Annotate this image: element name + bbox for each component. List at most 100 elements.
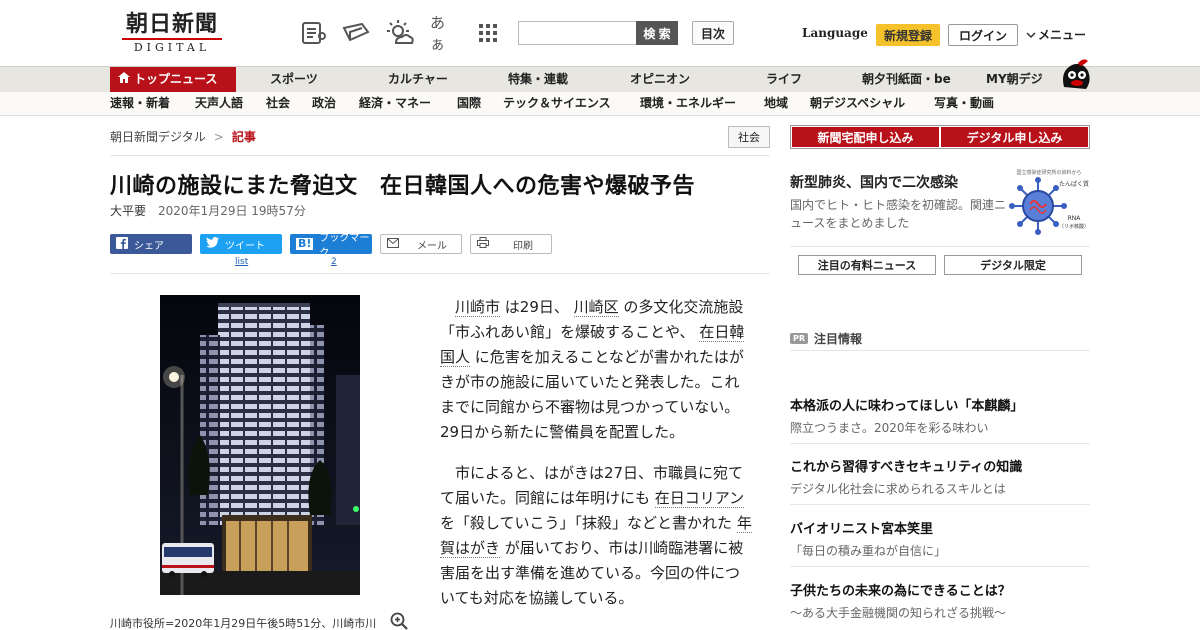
feature-image-label: （リボ核酸） xyxy=(1059,223,1089,230)
pr-heading-label: 注目情報 xyxy=(814,332,863,346)
primary-nav: トップニュース スポーツ カルチャー 特集・連載 オピニオン ライフ 朝夕刊紙面… xyxy=(0,66,1200,92)
publish-date: 2020年1月29日 19時57分 xyxy=(158,204,306,218)
pr-item-subtitle: 際立つうまさ。2020年を彩る味わい xyxy=(790,421,989,435)
nav-item-paper[interactable]: 朝夕刊紙面・be xyxy=(862,67,951,92)
print-label: 印刷 xyxy=(513,240,533,252)
pr-badge: PR xyxy=(790,333,809,344)
pr-item[interactable]: バイオリニスト宮本笑里 「毎日の積み重ねが自信に」 xyxy=(790,518,1090,559)
pr-item[interactable]: 子供たちの未来の為にできることは？ ～ある大手金融機関の知られざる挑戦～ xyxy=(790,580,1090,621)
category-badge[interactable]: 社会 xyxy=(728,126,770,148)
virus-illustration[interactable]: 国立感染症研究所の資料から たんぱく質 RNA （リボ核酸） xyxy=(1008,168,1090,236)
hatena-bookmark-button[interactable]: B! ブックマーク xyxy=(290,233,372,259)
nav-item-label: トップニュース xyxy=(134,72,218,86)
twitter-share-count[interactable]: list xyxy=(235,257,248,267)
nav2-item[interactable]: 環境・エネルギー xyxy=(640,92,736,115)
divider xyxy=(110,273,770,274)
subscribe-paper-button[interactable]: 新聞宅配申し込み xyxy=(792,127,939,147)
nav-item-my-asadigi[interactable]: MY朝デジ xyxy=(986,67,1043,92)
nav2-item[interactable]: 国際 xyxy=(457,92,481,115)
paragraph-text: に危害を加えることなどが書かれたはがきが市の施設に届いていたと発表した。これまで… xyxy=(440,348,744,441)
nav-item-top-news[interactable]: トップニュース xyxy=(110,67,236,92)
nav2-item[interactable]: 写真・動画 xyxy=(934,92,994,115)
nav-item-opinion[interactable]: オピニオン xyxy=(630,67,690,92)
pr-item-subtitle: デジタル化社会に求められるスキルとは xyxy=(790,482,1006,496)
mail-share-button[interactable]: メール xyxy=(380,234,462,254)
article-body: 川崎市 は29日、 川崎区 の多文化交流施設「市ふれあい館」を爆破することや、 … xyxy=(440,295,752,627)
shirt-icon[interactable] xyxy=(342,19,370,47)
nav-item-features[interactable]: 特集・連載 xyxy=(508,67,568,92)
pr-item[interactable]: 本格派の人に味わってほしい「本麒麟」 際立つうまさ。2020年を彩る味わい xyxy=(790,395,1090,436)
byline: 大平要 2020年1月29日 19時57分 xyxy=(110,202,306,219)
font-size-icon[interactable]: あぁ xyxy=(430,14,458,53)
hatena-bookmark-count[interactable]: 2 xyxy=(331,257,337,267)
weather-icon[interactable] xyxy=(386,19,414,47)
index-button[interactable]: 目次 xyxy=(692,21,734,45)
search-button[interactable]: 検 索 xyxy=(636,21,678,45)
pr-item-title: これから習得すべきセキュリティの知識 xyxy=(790,460,1023,475)
hatena-bookmark-label: ブックマーク xyxy=(319,233,370,259)
pr-item-title: バイオリニスト宮本笑里 xyxy=(790,522,934,537)
nav2-item[interactable]: テック＆サイエンス xyxy=(503,92,611,115)
paragraph-text: を「殺していこう」「抹殺」などと書かれた xyxy=(440,514,737,532)
article-headline: 川崎の施設にまた脅迫文 在日韓国人への危害や爆破予告 xyxy=(110,174,696,199)
article-paragraph: 川崎市 は29日、 川崎区 の多文化交流施設「市ふれあい館」を爆破することや、 … xyxy=(440,295,752,445)
nav-item-sports[interactable]: スポーツ xyxy=(270,67,318,92)
print-button[interactable]: 印刷 xyxy=(470,234,552,254)
pr-item-title: 本格派の人に味わってほしい「本麒麟」 xyxy=(790,399,1024,414)
feature-image-source: 国立感染症研究所の資料から xyxy=(1016,169,1081,176)
nav2-item[interactable]: 経済・マネー xyxy=(359,92,431,115)
logo-main-text: 朝日新聞 xyxy=(125,11,218,37)
divider xyxy=(110,155,770,156)
feature-text[interactable]: 国内でヒト・ヒト感染を初確認。関連ニュースをまとめました xyxy=(790,196,1010,232)
facebook-share-button[interactable]: シェア xyxy=(110,234,192,254)
author-name[interactable]: 大平要 xyxy=(110,202,146,219)
keyword-link[interactable]: 川崎市 xyxy=(455,298,501,317)
site-logo[interactable]: 朝日新聞 DIGITAL xyxy=(112,12,232,56)
nav2-item[interactable]: 政治 xyxy=(312,92,336,115)
photo-caption: 川崎市役所=2020年1月29日午後5時51分、川崎市川 xyxy=(110,617,377,630)
paragraph-text: は29日、 xyxy=(500,298,574,316)
pr-item[interactable]: これから習得すべきセキュリティの知識 デジタル化社会に求められるスキルとは xyxy=(790,456,1090,497)
twitter-share-button[interactable]: ツイート xyxy=(200,234,282,254)
subscribe-digital-button[interactable]: デジタル申し込み xyxy=(941,127,1088,147)
printer-icon xyxy=(477,237,489,251)
zoom-icon[interactable] xyxy=(390,612,408,630)
article-paragraph: 市によると、はがきは27日、市職員に宛てて届いた。同館には年明けにも 在日コリア… xyxy=(440,461,752,611)
mascot-icon[interactable] xyxy=(1058,57,1092,91)
menu-button[interactable]: メニュー xyxy=(1026,26,1086,43)
language-link[interactable]: Language xyxy=(802,26,868,40)
nav2-item[interactable]: 社会 xyxy=(266,92,290,115)
nav-item-life[interactable]: ライフ xyxy=(766,67,802,92)
feature-image-label: RNA xyxy=(1068,215,1082,222)
subscribe-buttons: 新聞宅配申し込み デジタル申し込み xyxy=(790,125,1090,149)
tab-digital-only[interactable]: デジタル限定 xyxy=(944,255,1082,275)
breadcrumb-separator-icon: > xyxy=(213,129,224,144)
login-button[interactable]: ログイン xyxy=(948,24,1018,46)
hatena-icon: B! xyxy=(296,237,314,250)
nav2-item[interactable]: 朝デジスペシャル xyxy=(810,92,905,115)
feature-image-label: たんぱく質 xyxy=(1059,180,1089,188)
breadcrumb-home[interactable]: 朝日新聞デジタル xyxy=(110,128,206,145)
twitter-icon xyxy=(206,237,219,251)
nav2-item[interactable]: 地域 xyxy=(764,92,788,115)
divider xyxy=(790,350,1090,351)
pr-section-heading: PR 注目情報 xyxy=(790,330,862,347)
article-photo[interactable] xyxy=(160,295,360,595)
feature-title[interactable]: 新型肺炎、国内で二次感染 xyxy=(790,172,958,192)
secondary-nav: 速報・新着 天声人語 社会 政治 経済・マネー 国際 テック＆サイエンス 環境・… xyxy=(0,92,1200,116)
divider xyxy=(790,443,1090,444)
keyword-link[interactable]: 川崎区 xyxy=(573,298,619,317)
apps-grid-icon[interactable] xyxy=(474,19,502,47)
breadcrumb: 朝日新聞デジタル > 記事 xyxy=(110,128,256,145)
keyword-link[interactable]: 在日コリアン xyxy=(654,489,745,508)
nav-item-culture[interactable]: カルチャー xyxy=(388,67,448,92)
search-input[interactable] xyxy=(518,21,638,45)
newspaper-icon[interactable] xyxy=(300,19,328,47)
pr-item-subtitle: ～ある大手金融機関の知られざる挑戦～ xyxy=(790,606,1007,620)
nav2-item[interactable]: 速報・新着 xyxy=(110,92,170,115)
tab-paid-news[interactable]: 注目の有料ニュース xyxy=(798,255,936,275)
pr-item-title: 子供たちの未来の為にできることは？ xyxy=(790,584,1011,599)
signup-button[interactable]: 新規登録 xyxy=(876,24,940,46)
facebook-share-label: シェア xyxy=(134,240,164,252)
nav2-item[interactable]: 天声人語 xyxy=(195,92,243,115)
